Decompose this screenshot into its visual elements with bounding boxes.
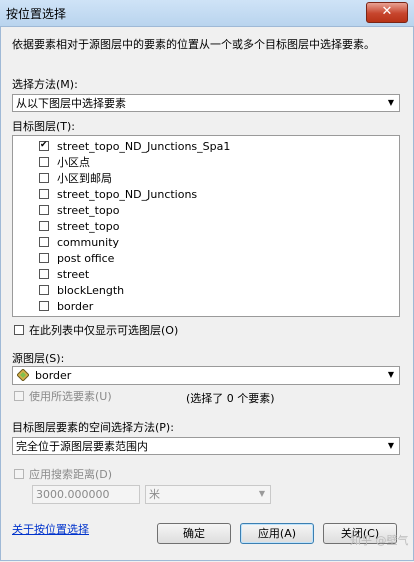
checkbox[interactable] (39, 157, 49, 167)
title-bar: 按位置选择 ✕ (0, 0, 414, 27)
only-selectable-checkbox[interactable] (14, 325, 24, 335)
target-layer-label: street_topo (57, 204, 120, 217)
source-layer-dropdown[interactable]: border ▼ (12, 366, 400, 385)
window-title: 按位置选择 (6, 7, 67, 21)
ok-button[interactable]: 确定 (157, 523, 231, 544)
checkbox[interactable] (39, 253, 49, 263)
target-layer-label: blockLength (57, 284, 125, 297)
use-selected-checkbox[interactable] (14, 391, 24, 401)
only-selectable-label: 在此列表中仅显示可选图层(O) (29, 324, 179, 337)
target-layer-label: community (57, 236, 120, 249)
target-layer-label: street (57, 268, 90, 281)
checkbox[interactable] (39, 237, 49, 247)
checkbox[interactable] (39, 205, 49, 215)
watermark-text: 知乎 @壁气 (350, 534, 409, 547)
selection-method-label: 选择方法(M): (12, 78, 78, 91)
triangle-down-icon: ▼ (258, 489, 266, 498)
target-layer-label: street_topo_ND_Junctions (57, 188, 198, 201)
selection-method-dropdown[interactable]: 从以下图层中选择要素 ▼ (12, 94, 400, 112)
checkbox[interactable] (39, 269, 49, 279)
target-layer-label: post office (57, 252, 115, 265)
spatial-method-label: 目标图层要素的空间选择方法(P): (12, 421, 174, 434)
checkbox[interactable] (39, 173, 49, 183)
window-close-button[interactable]: ✕ (366, 2, 408, 23)
spatial-method-value: 完全位于源图层要素范围内 (16, 440, 148, 453)
search-distance-checkbox[interactable] (14, 469, 24, 479)
target-layer-label: 小区到邮局 (57, 172, 112, 185)
triangle-down-icon: ▼ (387, 98, 395, 107)
selected-count-text: (选择了 0 个要素) (186, 392, 275, 405)
checkbox[interactable] (39, 189, 49, 199)
help-link[interactable]: 关于按位置选择 (12, 521, 89, 537)
target-layer-label: street_topo_ND_Junctions_Spa1 (57, 140, 231, 153)
triangle-down-icon: ▼ (387, 370, 395, 379)
distance-unit-dropdown[interactable]: 米 ▼ (145, 485, 271, 504)
spatial-method-dropdown[interactable]: 完全位于源图层要素范围内 ▼ (12, 437, 400, 455)
distance-unit-value: 米 (149, 488, 160, 501)
selection-method-value: 从以下图层中选择要素 (16, 97, 126, 110)
search-distance-input[interactable]: 3000.000000 (32, 485, 140, 504)
apply-button[interactable]: 应用(A) (240, 523, 314, 544)
layer-diamond-icon (17, 369, 29, 381)
search-distance-label: 应用搜索距离(D) (29, 468, 113, 481)
source-layer-label: 源图层(S): (12, 352, 65, 365)
target-layers-label: 目标图层(T): (12, 120, 76, 133)
source-layer-value: border (35, 369, 72, 382)
dialog-description: 依据要素相对于源图层中的要素的位置从一个或多个目标图层中选择要素。 (12, 38, 375, 51)
target-layer-label: 小区点 (57, 156, 90, 169)
checkbox[interactable] (39, 285, 49, 295)
checkbox[interactable] (39, 141, 49, 151)
target-layer-label: street_topo (57, 220, 120, 233)
triangle-down-icon: ▼ (387, 441, 395, 450)
use-selected-label: 使用所选要素(U) (29, 390, 112, 403)
target-layer-label: border (57, 300, 94, 313)
checkbox[interactable] (39, 221, 49, 231)
checkbox[interactable] (39, 301, 49, 311)
target-layers-list[interactable]: street_topo_ND_Junctions_Spa1 小区点 小区到邮局 … (12, 135, 400, 317)
